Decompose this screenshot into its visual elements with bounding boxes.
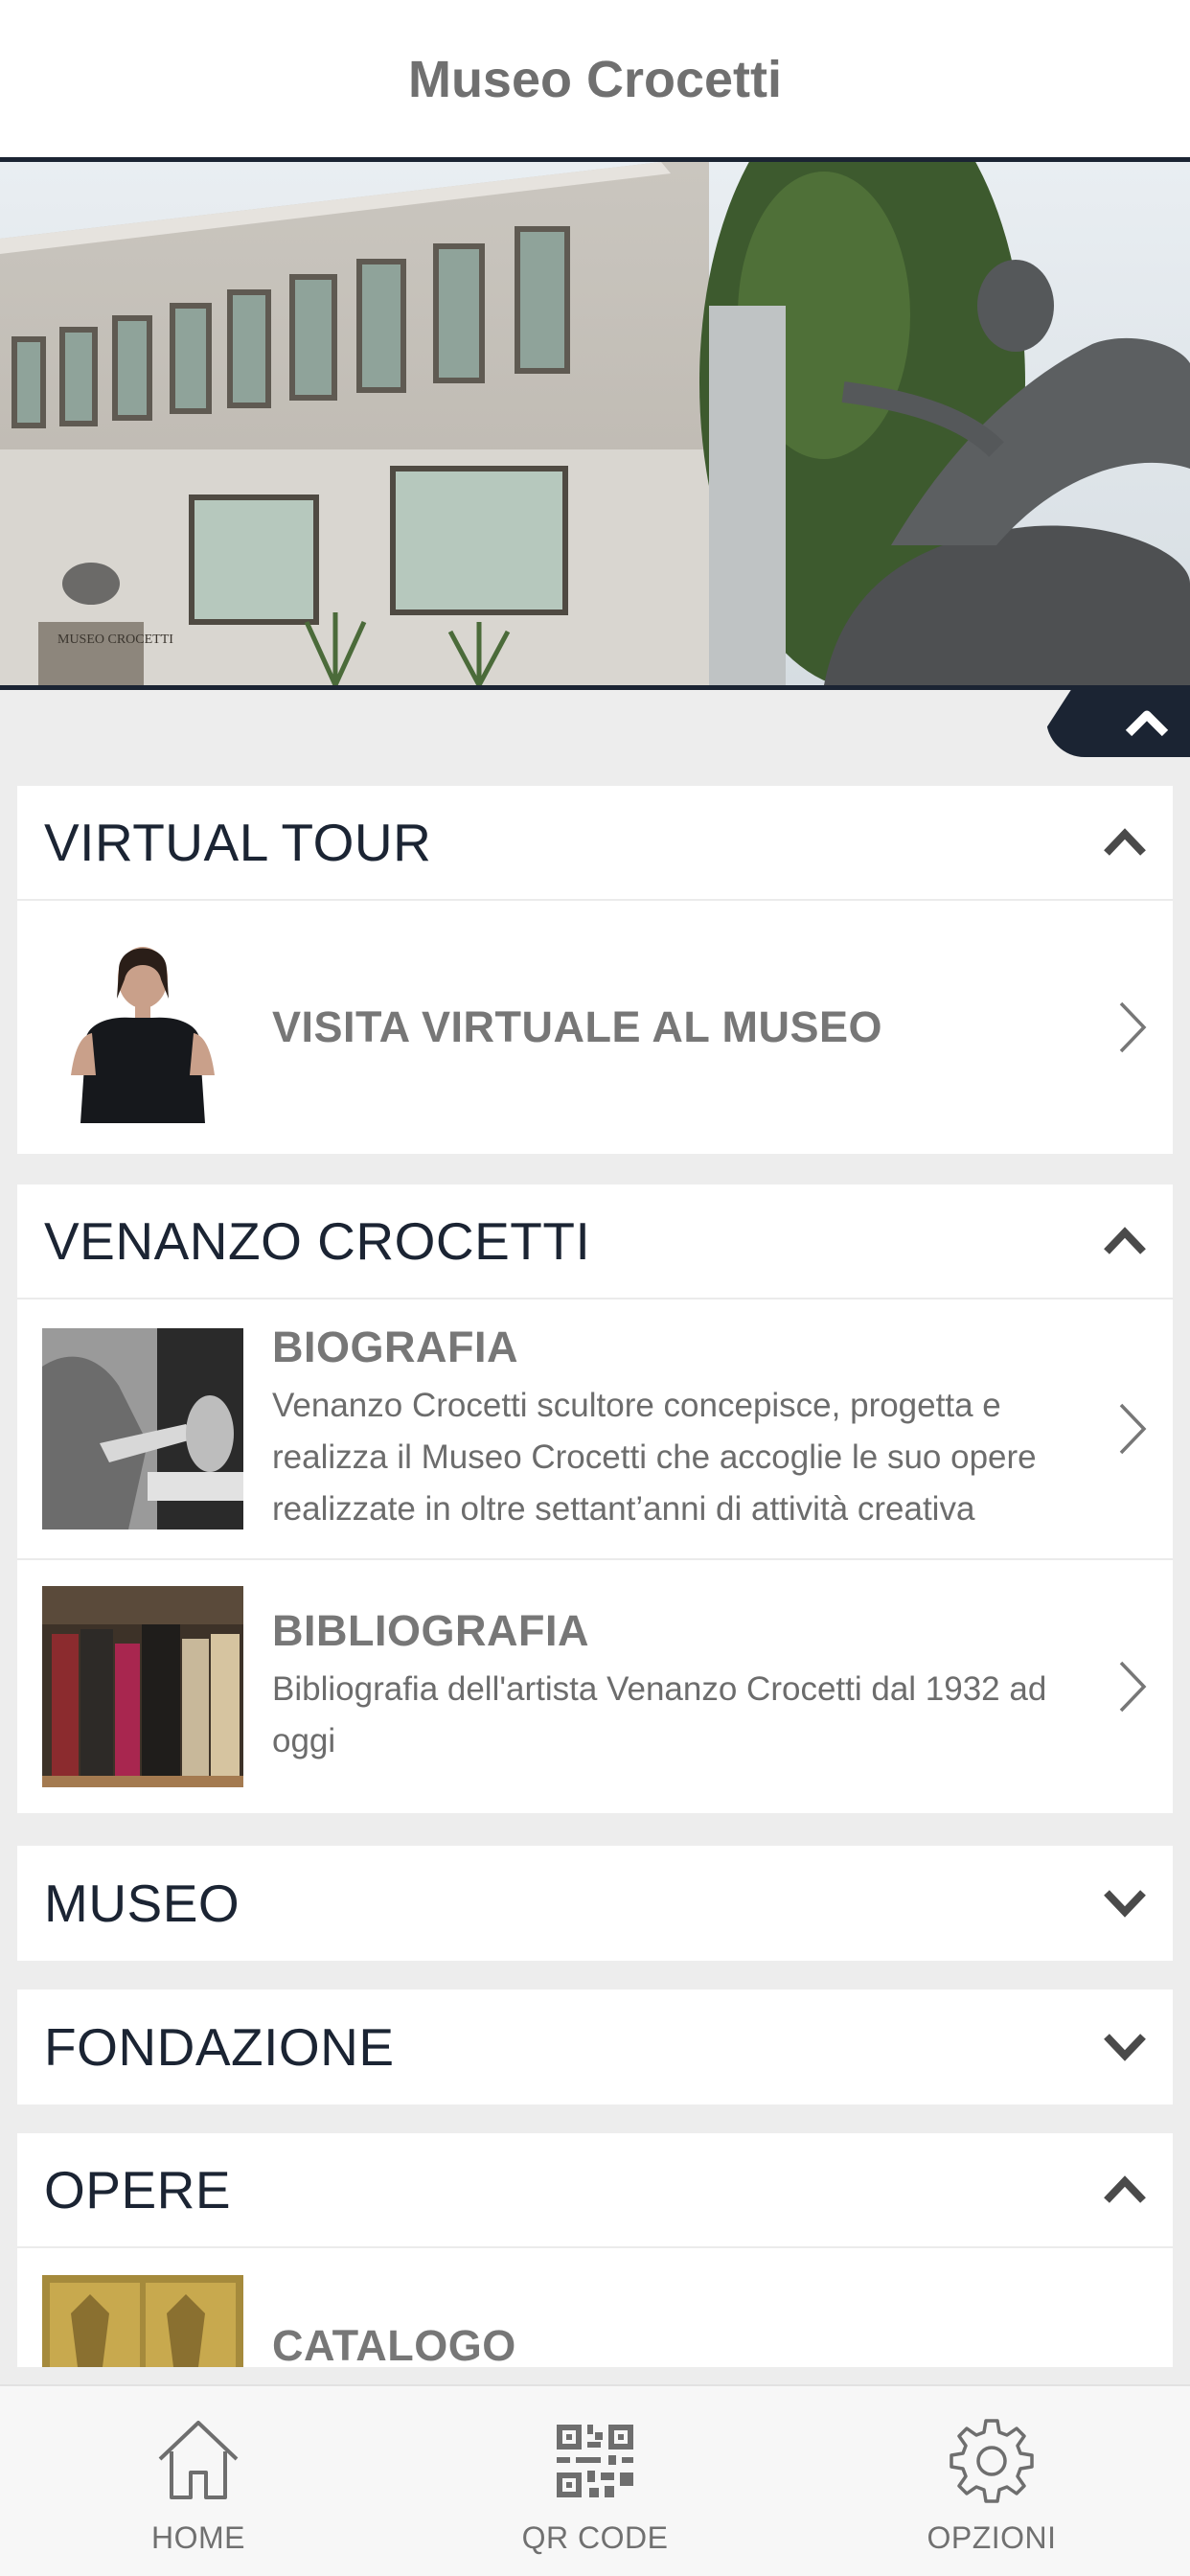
chevron-up-icon — [1104, 828, 1146, 856]
section-title: VENANZO CROCETTI — [44, 1211, 591, 1271]
item-title: CATALOGO — [272, 2321, 516, 2367]
tab-label: OPZIONI — [927, 2520, 1057, 2555]
chevron-up-icon — [1104, 2175, 1146, 2203]
qr-code-icon — [557, 2425, 633, 2497]
section-title: MUSEO — [44, 1874, 240, 1933]
section-fondazione: FONDAZIONE — [17, 1990, 1173, 2104]
tab-label: HOME — [151, 2520, 245, 2555]
chevron-right-icon — [1119, 1403, 1147, 1455]
section-title: VIRTUAL TOUR — [44, 813, 432, 872]
list-item-biografia[interactable]: BIOGRAFIA Venanzo Crocetti scultore conc… — [17, 1300, 1173, 1560]
section-museo: MUSEO — [17, 1846, 1173, 1961]
item-text: BIBLIOGRAFIA Bibliografia dell'artista V… — [243, 1606, 1173, 1767]
item-description: Venanzo Crocetti scultore concepisce, pr… — [272, 1387, 1037, 1528]
chevron-down-icon — [1104, 1890, 1146, 1918]
chevron-up-icon — [1104, 1227, 1146, 1254]
collapse-header-button[interactable] — [1046, 688, 1190, 757]
chevron-right-icon — [1119, 1001, 1147, 1053]
tab-options[interactable]: OPZIONI — [793, 2386, 1190, 2576]
section-header-virtual-tour[interactable]: VIRTUAL TOUR — [17, 786, 1173, 901]
section-header-venanzo-crocetti[interactable]: VENANZO CROCETTI — [17, 1184, 1173, 1300]
hero-image: MUSEO CROCETTI — [0, 157, 1190, 690]
bibliografia-thumbnail — [42, 1586, 243, 1787]
section-header-opere[interactable]: OPERE — [17, 2133, 1173, 2248]
tab-label: QR CODE — [521, 2520, 669, 2555]
section-venanzo-crocetti: VENANZO CROCETTI BIOGRAFIA Venanzo Croce… — [17, 1184, 1173, 1813]
item-text: BIOGRAFIA Venanzo Crocetti scultore conc… — [243, 1322, 1173, 1535]
section-title: FONDAZIONE — [44, 2017, 395, 2077]
list-item-catalogo[interactable]: CATALOGO — [17, 2248, 1173, 2367]
app-header: Museo Crocetti — [0, 0, 1190, 159]
item-text: CATALOGO — [243, 2275, 1173, 2367]
section-header-museo[interactable]: MUSEO — [17, 1846, 1173, 1961]
chevron-right-icon — [1119, 1661, 1147, 1713]
item-title: BIOGRAFIA — [272, 1322, 518, 1371]
section-opere: OPERE CATALOGO — [17, 2133, 1173, 2367]
item-title: VISITA VIRTUALE AL MUSEO — [272, 1002, 883, 1051]
guide-avatar — [42, 932, 243, 1123]
svg-text:MUSEO CROCETTI: MUSEO CROCETTI — [57, 632, 173, 647]
catalogo-thumbnail — [42, 2275, 243, 2367]
tab-qr-code[interactable]: QR CODE — [397, 2386, 793, 2576]
section-header-fondazione[interactable]: FONDAZIONE — [17, 1990, 1173, 2104]
section-virtual-tour: VIRTUAL TOUR VISITA VIRTUALE AL MUSEO — [17, 786, 1173, 1154]
list-item-visita-virtuale[interactable]: VISITA VIRTUALE AL MUSEO — [17, 901, 1173, 1154]
item-description: Bibliografia dell'artista Venanzo Crocet… — [272, 1670, 1047, 1760]
bottom-tab-bar: HOME QR CODE OPZIONI — [0, 2384, 1190, 2576]
chevron-down-icon — [1104, 2034, 1146, 2061]
home-icon — [158, 2421, 239, 2499]
item-title: BIBLIOGRAFIA — [272, 1606, 589, 1655]
gear-icon — [950, 2419, 1034, 2503]
list-item-bibliografia[interactable]: BIBLIOGRAFIA Bibliografia dell'artista V… — [17, 1560, 1173, 1813]
chevron-up-icon — [1125, 710, 1169, 737]
page-title: Museo Crocetti — [407, 51, 783, 108]
item-text: VISITA VIRTUALE AL MUSEO — [243, 1002, 1173, 1052]
section-title: OPERE — [44, 2160, 232, 2220]
biografia-thumbnail — [42, 1328, 243, 1530]
tab-home[interactable]: HOME — [0, 2386, 397, 2576]
